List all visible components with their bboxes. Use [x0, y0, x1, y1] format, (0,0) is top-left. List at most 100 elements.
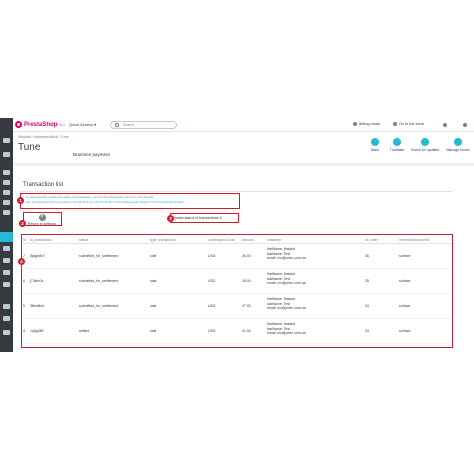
- transaction-table: id id_transaction status type_transactio…: [23, 236, 451, 344]
- translate-label: Translate: [389, 148, 405, 152]
- dashboard-icon[interactable]: [3, 138, 10, 143]
- breadcrumb[interactable]: Modules / braintreeofficial / Tune: [18, 135, 69, 139]
- catalog-icon[interactable]: [3, 180, 10, 185]
- logo-text-pre: Presta: [24, 121, 43, 128]
- version-label: 1.7.6.x: [53, 122, 66, 127]
- badge-3: 3: [167, 215, 174, 222]
- prestashop-logo[interactable]: PrestaShop: [15, 121, 57, 128]
- settings-icon[interactable]: [3, 304, 10, 309]
- cell-currency: USD: [208, 279, 216, 283]
- cell-customer: firstName: Natalia lastName: Test email:…: [267, 244, 365, 268]
- more-icon[interactable]: [3, 330, 10, 335]
- toolbar-actions: Back Translate Check for updates Manage …: [364, 138, 474, 152]
- cell-customer: firstName: Natalia lastName: Test email:…: [267, 269, 365, 293]
- cell-id-transaction: 1qbjq3f5: [30, 329, 44, 333]
- table-row[interactable]: 4 1qbjq3f5 settled sale USD 31.00 firstN…: [23, 319, 451, 344]
- international-icon[interactable]: [3, 282, 10, 287]
- search-icon: [115, 123, 119, 127]
- cell-id-transaction: 8jwgb8n7: [30, 254, 45, 258]
- go-to-store-label: Go to the store: [399, 122, 425, 126]
- admin-sidebar: [0, 118, 13, 352]
- cell-customer: firstName: Natalia lastName: Test email:…: [267, 294, 365, 318]
- cell-type: sale: [150, 329, 157, 333]
- design-icon[interactable]: [3, 246, 10, 251]
- module-name: Braintree payment: [73, 152, 110, 157]
- cell-id-transaction: j73shr0b: [30, 279, 44, 283]
- translate-icon: [393, 138, 401, 146]
- panel-divider: [20, 191, 453, 192]
- go-to-store-link[interactable]: Go to the store: [393, 122, 424, 126]
- highlight-box-1: [20, 193, 240, 209]
- modules-active-indicator[interactable]: [0, 232, 13, 242]
- cell-id-order: 34: [365, 304, 369, 308]
- debug-mode-link[interactable]: debug mode: [353, 122, 380, 126]
- cell-status: submitted_for_settlement: [79, 279, 119, 283]
- customers-icon[interactable]: [3, 190, 10, 195]
- header-status: status: [79, 238, 89, 242]
- cell-status: settled: [79, 329, 90, 333]
- page-title: Tune: [18, 142, 41, 153]
- cell-customer: firstName: Natalia lastName: Test email:…: [267, 319, 365, 343]
- highlight-box-2: [23, 212, 62, 226]
- cell-merchant: surface: [399, 279, 411, 283]
- notifications-icon[interactable]: [443, 123, 447, 127]
- stats2-icon[interactable]: [3, 210, 10, 215]
- header-type-transaction: type_transaction: [150, 238, 176, 242]
- cell-id: 6: [23, 279, 25, 283]
- translate-button[interactable]: Translate: [386, 138, 408, 152]
- back-icon: [371, 138, 379, 146]
- support-icon[interactable]: [3, 200, 10, 205]
- highlight-box-3: [170, 213, 239, 223]
- table-row[interactable]: 7 8jwgb8n7 submitted_for_settlement sale…: [23, 244, 451, 269]
- cell-type: sale: [150, 279, 157, 283]
- table-header: id id_transaction status type_transactio…: [23, 236, 451, 244]
- table-row[interactable]: 5 3fkha8ok submitted_for_settlement sale…: [23, 294, 451, 319]
- cell-merchant: surface: [399, 304, 411, 308]
- header-amount: amount: [242, 238, 254, 242]
- table-row[interactable]: 6 j73shr0b submitted_for_settlement sale…: [23, 269, 451, 294]
- header-divider: [13, 163, 474, 166]
- orders-icon[interactable]: [3, 170, 10, 175]
- advanced-icon[interactable]: [3, 316, 10, 321]
- check-update-icon: [421, 138, 429, 146]
- bug-icon: [353, 122, 357, 126]
- cell-id-order: 36: [365, 254, 369, 258]
- prestashop-logo-icon: [15, 121, 22, 128]
- badge-2: 2: [19, 220, 26, 227]
- back-label: Back: [371, 148, 379, 152]
- customer-email: email: nic@prtec.com.ua: [267, 306, 306, 311]
- cell-amount: 47.00: [242, 304, 251, 308]
- check-updates-button[interactable]: Check for updates: [408, 138, 442, 152]
- account-icon[interactable]: [463, 123, 467, 127]
- cell-id-order: 35: [365, 279, 369, 283]
- cell-type: sale: [150, 254, 157, 258]
- cell-id: 5: [23, 304, 25, 308]
- cell-id-order: 33: [365, 329, 369, 333]
- manage-hooks-button[interactable]: Manage hooks: [442, 138, 474, 152]
- cell-currency: USD: [208, 304, 216, 308]
- shipping-icon[interactable]: [3, 258, 10, 263]
- cell-amount: 26.00: [242, 254, 251, 258]
- cell-merchant: surface: [399, 329, 411, 333]
- cell-currency: USD: [208, 329, 216, 333]
- search-input[interactable]: Search: [110, 121, 177, 129]
- header-merchant-account: merchantAccountId: [399, 238, 430, 242]
- customer-email: email: nic@prtec.com.ua: [267, 281, 306, 286]
- header-id-order: id_order: [365, 238, 378, 242]
- cell-merchant: surface: [399, 254, 411, 258]
- cell-status: submitted_for_settlement: [79, 304, 119, 308]
- header-customer: customer: [267, 238, 282, 242]
- header-id: id: [23, 238, 26, 242]
- customer-email: email: nic@prtec.com.ua: [267, 331, 306, 336]
- stats-icon[interactable]: [3, 152, 10, 157]
- cell-id: 7: [23, 254, 25, 258]
- header-currency: currencyIsoCode: [208, 238, 235, 242]
- customer-email: email: nic@prtec.com.ua: [267, 256, 306, 261]
- quick-access-dropdown[interactable]: Quick Access ▾: [69, 122, 96, 127]
- cell-id-transaction: 3fkha8ok: [30, 304, 45, 308]
- check-updates-label: Check for updates: [410, 148, 440, 152]
- payment-icon[interactable]: [3, 270, 10, 275]
- back-button[interactable]: Back: [364, 138, 386, 152]
- manage-hooks-label: Manage hooks: [446, 148, 470, 152]
- manage-hooks-icon: [454, 138, 462, 146]
